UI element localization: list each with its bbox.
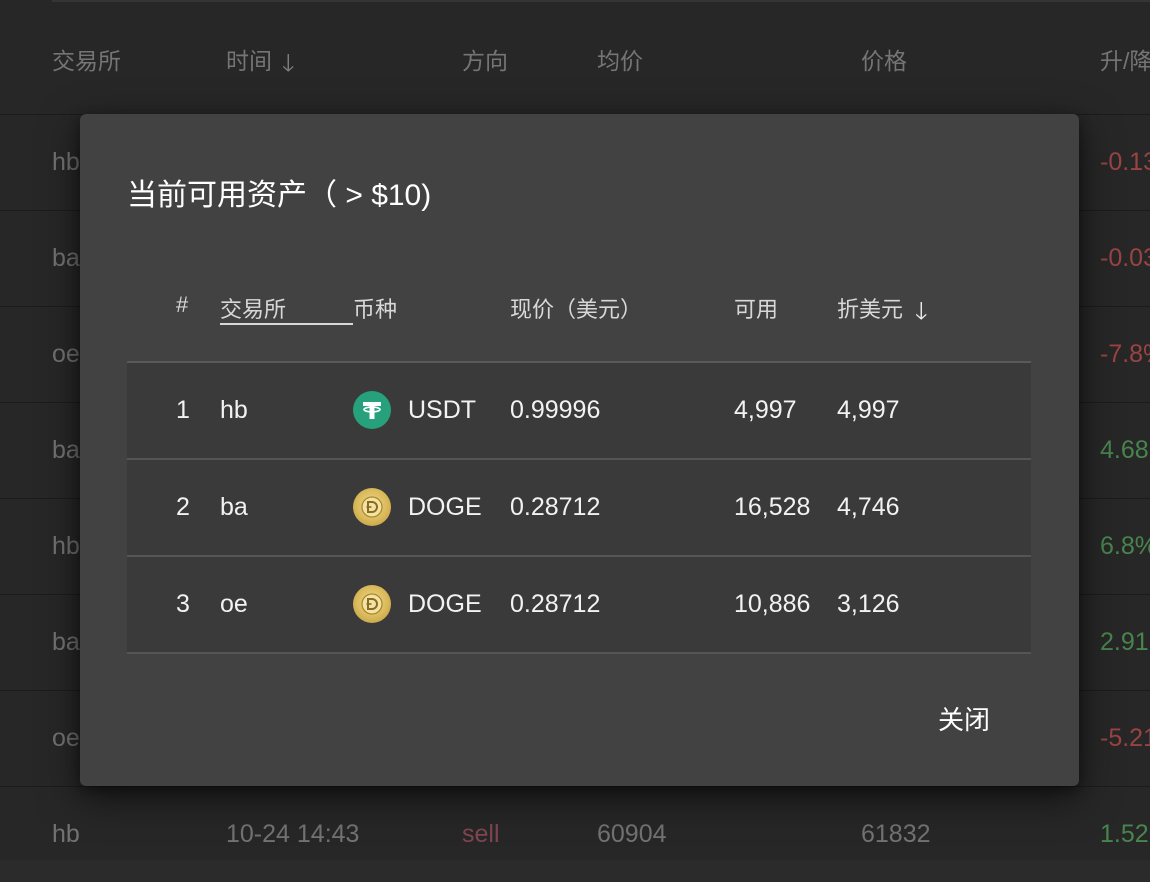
- column-header-exchange[interactable]: 交易所: [220, 292, 286, 324]
- row-exchange: ba: [220, 493, 248, 521]
- assets-table-header: # 交易所 币种 现价（美元） 可用 折美元 🡓: [127, 274, 1031, 363]
- column-header-price-usd[interactable]: 现价（美元）: [510, 292, 642, 324]
- dialog-title: 当前可用资产（ > $10): [127, 179, 432, 212]
- row-available: 10,886: [734, 590, 811, 618]
- table-row[interactable]: 3 oe DOGE 0.28712 10,886 3,126: [127, 557, 1031, 654]
- column-header-exchange-underline: [220, 323, 353, 325]
- row-coin: DOGE: [408, 590, 482, 618]
- row-coin: DOGE: [408, 493, 482, 521]
- row-available: 4,997: [734, 396, 797, 424]
- column-header-usd-value[interactable]: 折美元 🡓: [837, 292, 928, 333]
- row-price-usd: 0.99996: [510, 396, 601, 424]
- row-index: 1: [176, 396, 190, 424]
- row-available: 16,528: [734, 493, 811, 521]
- assets-table: # 交易所 币种 现价（美元） 可用 折美元 🡓 1 hb USDT 0.9999…: [127, 274, 1031, 654]
- table-row[interactable]: 2 ba DOGE 0.28712 16,528 4,746: [127, 460, 1031, 557]
- column-header-index: #: [176, 292, 189, 317]
- arrow-down-icon: 🡓: [915, 298, 928, 325]
- row-price-usd: 0.28712: [510, 493, 601, 521]
- column-header-usd-value-label: 折美元: [837, 297, 904, 322]
- row-usd-value: 4,746: [837, 493, 900, 521]
- row-price-usd: 0.28712: [510, 590, 601, 618]
- doge-icon: [353, 585, 391, 623]
- row-index: 3: [176, 590, 190, 618]
- available-assets-dialog: 当前可用资产（ > $10) # 交易所 币种 现价（美元） 可用 折美元 🡓 1…: [80, 114, 1079, 786]
- row-index: 2: [176, 493, 190, 521]
- row-usd-value: 4,997: [837, 396, 900, 424]
- row-exchange: hb: [220, 396, 248, 424]
- row-exchange: oe: [220, 590, 248, 618]
- doge-icon: [353, 488, 391, 526]
- close-button[interactable]: 关闭: [918, 692, 1010, 748]
- row-coin: USDT: [408, 396, 477, 424]
- column-header-available[interactable]: 可用: [734, 292, 778, 324]
- row-usd-value: 3,126: [837, 590, 900, 618]
- table-row[interactable]: 1 hb USDT 0.99996 4,997 4,997: [127, 363, 1031, 460]
- column-header-coin[interactable]: 币种: [353, 292, 397, 324]
- usdt-icon: [353, 391, 391, 429]
